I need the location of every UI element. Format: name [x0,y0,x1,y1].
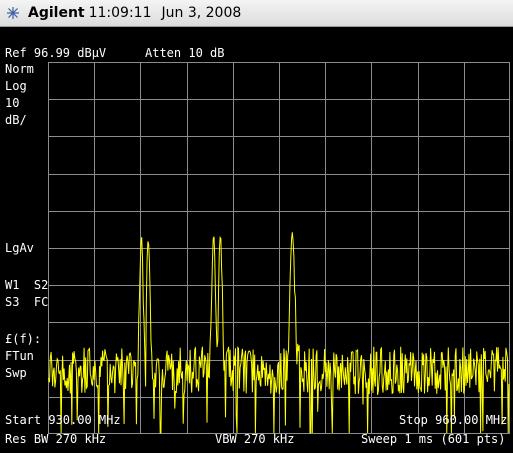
norm-label: Norm [5,62,34,76]
graticule [48,62,510,434]
title-bar: Agilent 11:09:11 Jun 3, 2008 [0,0,513,27]
s3-fc-label: S3 FC [5,295,49,309]
analyzer-screen: Ref 96.99 dBµV Atten 10 dB Norm Log 10 d… [0,27,513,453]
reference-level: Ref 96.99 dBµV [5,46,107,60]
w1-s2-label: W1 S2 [5,278,49,292]
swp-label: Swp [5,366,27,380]
stop-frequency: Stop 960.00 MHz [399,413,508,427]
lgav-label: LgAv [5,241,34,255]
start-frequency: Start 930.00 MHz [5,413,121,427]
scale-unit: dB/ [5,113,27,127]
title-date: Jun 3, 2008 [161,5,242,21]
ftun-label: FTun [5,349,34,363]
attenuation: Atten 10 dB [145,46,225,60]
spectrum-plot [48,62,510,434]
brand-name: Agilent [28,5,85,21]
scale-value: 10 [5,96,20,110]
ff-label: £(f): [5,332,42,346]
log-label: Log [5,79,27,93]
agilent-spark-icon [7,7,19,19]
sweep-time: Sweep 1 ms (601 pts) [361,432,506,446]
title-time: 11:09:11 [88,5,152,21]
resolution-bandwidth: Res BW 270 kHz [5,432,107,446]
spectrum-trace [48,232,510,434]
video-bandwidth: VBW 270 kHz [215,432,295,446]
